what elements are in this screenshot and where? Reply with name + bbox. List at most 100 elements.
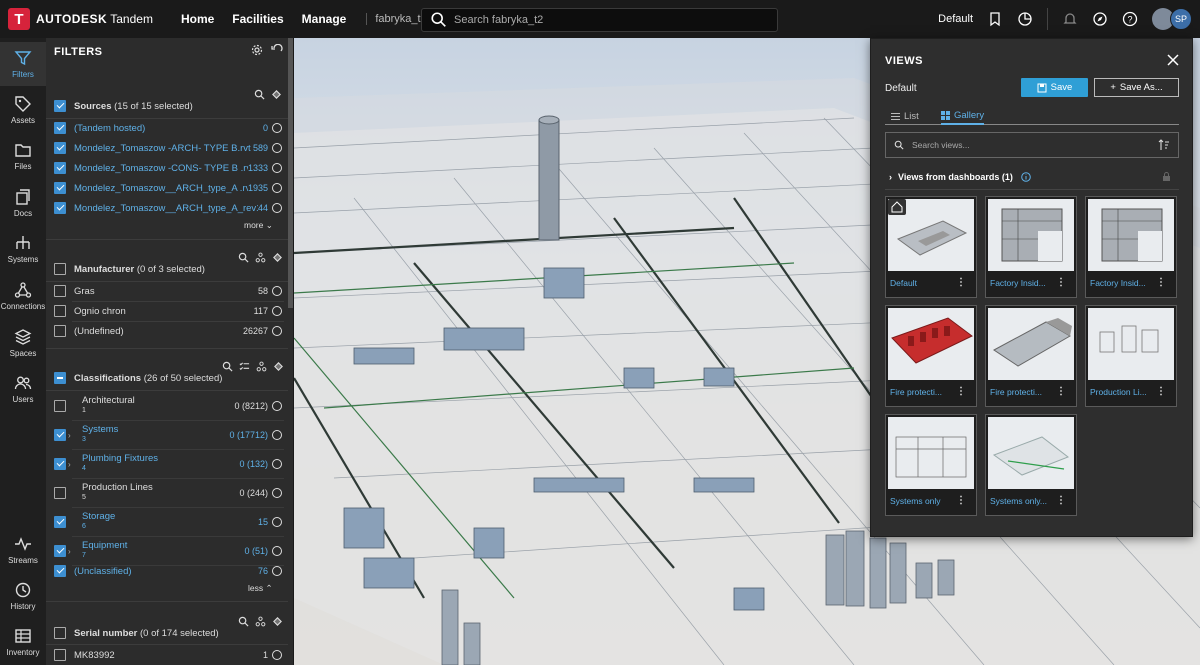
tab-list[interactable]: List (891, 107, 919, 125)
more-options-icon[interactable]: ⋮ (1156, 386, 1166, 397)
checkbox[interactable] (54, 142, 66, 154)
list-item[interactable]: Mondelez_Tomaszow__ARCH_type_A .rvt 1935 (54, 178, 282, 198)
isolate-radio[interactable] (272, 183, 282, 193)
rail-assets[interactable]: Assets (0, 88, 46, 132)
isolate-radio[interactable] (272, 488, 282, 498)
close-icon[interactable] (1166, 53, 1180, 67)
view-card[interactable]: Fire protecti... ⋮ (885, 305, 977, 407)
settings-icon[interactable] (251, 44, 263, 56)
tree-item[interactable]: › Plumbing Fixtures 4 0 (132) (54, 451, 282, 477)
user-menu[interactable]: SP (1152, 8, 1192, 30)
list-item[interactable]: (Tandem hosted) 0 (54, 118, 282, 138)
save-button[interactable]: Save (1021, 78, 1088, 97)
view-card[interactable]: Systems only ⋮ (885, 414, 977, 516)
tree-item[interactable]: Production Lines 5 0 (244) (54, 480, 282, 506)
nav-home[interactable]: Home (181, 12, 214, 26)
save-as-button[interactable]: + Save As... (1094, 78, 1179, 97)
checkbox[interactable] (54, 458, 66, 470)
nav-facilities[interactable]: Facilities (232, 12, 283, 26)
chevron-right-icon[interactable]: › (68, 547, 76, 556)
list-item[interactable]: Mondelez_Tomaszow -CONS- TYPE B .rvt 1333 (54, 158, 282, 178)
checkbox[interactable] (54, 400, 66, 412)
view-card[interactable]: Factory Insid... ⋮ (985, 196, 1077, 298)
more-options-icon[interactable]: ⋮ (956, 495, 966, 506)
chevron-right-icon[interactable]: › (68, 431, 76, 440)
checkbox[interactable] (54, 285, 66, 297)
rail-users[interactable]: Users (0, 367, 46, 411)
classifications-less-link[interactable]: less ⌃ (248, 583, 273, 594)
dashboard-icon[interactable] (1017, 11, 1033, 27)
global-search[interactable]: Search fabryka_t2 (421, 8, 778, 32)
serial-select-all[interactable] (54, 627, 66, 639)
checkbox[interactable] (54, 649, 66, 661)
isolate-radio[interactable] (272, 123, 282, 133)
reset-icon[interactable] (271, 44, 283, 56)
help-icon[interactable]: ? (1122, 11, 1138, 27)
isolate-radio[interactable] (272, 163, 282, 173)
filters-scrollbar[interactable] (288, 38, 293, 308)
checkbox[interactable] (54, 516, 66, 528)
rail-inventory[interactable]: Inventory (0, 620, 46, 664)
classifications-select-all[interactable] (54, 372, 66, 384)
manufacturer-select-all[interactable] (54, 263, 66, 275)
rail-docs[interactable]: Docs (0, 181, 46, 225)
rail-history[interactable]: History (0, 574, 46, 618)
current-view-label[interactable]: Default (938, 13, 973, 25)
more-options-icon[interactable]: ⋮ (1056, 386, 1066, 397)
tree-item[interactable]: Storage 6 15 (54, 509, 282, 535)
info-icon[interactable] (1021, 172, 1031, 182)
list-item[interactable]: Ognio chron 117 (54, 301, 282, 321)
more-options-icon[interactable]: ⋮ (1056, 277, 1066, 288)
list-item[interactable]: Mondelez_Tomaszow -ARCH- TYPE B.rvt 589 (54, 138, 282, 158)
isolate-radio[interactable] (272, 401, 282, 411)
list-item[interactable]: (Undefined) 26267 (54, 321, 282, 341)
more-options-icon[interactable]: ⋮ (1056, 495, 1066, 506)
list-item[interactable]: Gras 58 (54, 281, 282, 301)
checkbox[interactable] (54, 182, 66, 194)
rail-connections[interactable]: Connections (0, 274, 46, 318)
view-card[interactable]: Systems only... ⋮ (985, 414, 1077, 516)
more-options-icon[interactable]: ⋮ (1156, 277, 1166, 288)
view-card[interactable]: Fire protecti... ⋮ (985, 305, 1077, 407)
bookmark-icon[interactable] (987, 11, 1003, 27)
sources-more-link[interactable]: more ⌄ (244, 220, 273, 231)
isolate-radio[interactable] (272, 143, 282, 153)
tree-item[interactable]: (Unclassified) 76 (54, 561, 282, 581)
rail-spaces[interactable]: Spaces (0, 321, 46, 365)
rail-filters[interactable]: Filters (0, 42, 46, 86)
checkbox[interactable] (54, 325, 66, 337)
checkbox[interactable] (54, 202, 66, 214)
sort-icon[interactable] (1158, 139, 1170, 151)
checkbox[interactable] (54, 545, 66, 557)
more-options-icon[interactable]: ⋮ (956, 277, 966, 288)
rail-systems[interactable]: Systems (0, 227, 46, 271)
checkbox[interactable] (54, 487, 66, 499)
facility-name[interactable]: fabryka_t2 (366, 13, 427, 25)
checkbox[interactable] (54, 565, 66, 577)
tab-gallery[interactable]: Gallery (941, 107, 985, 125)
isolate-radio[interactable] (272, 286, 282, 296)
isolate-radio[interactable] (272, 546, 282, 556)
checkbox[interactable] (54, 305, 66, 317)
tree-item[interactable]: › Systems 3 0 (17712) (54, 422, 282, 448)
checkbox[interactable] (54, 122, 66, 134)
isolate-radio[interactable] (272, 306, 282, 316)
nav-manage[interactable]: Manage (302, 12, 347, 26)
list-item[interactable]: Mondelez_Tomaszow__ARCH_type_A_rev1 ... 4… (54, 198, 282, 218)
view-card[interactable]: Default ⋮ (885, 196, 977, 298)
more-options-icon[interactable]: ⋮ (956, 386, 966, 397)
view-card[interactable]: Factory Insid... ⋮ (1085, 196, 1177, 298)
chevron-right-icon[interactable]: › (68, 460, 76, 469)
checkbox[interactable] (54, 162, 66, 174)
isolate-radio[interactable] (272, 517, 282, 527)
views-search-input[interactable]: Search views... (885, 132, 1179, 158)
isolate-radio[interactable] (272, 430, 282, 440)
rail-streams[interactable]: Streams (0, 528, 46, 572)
sources-select-all[interactable] (54, 100, 66, 112)
views-group-header[interactable]: › Views from dashboards (1) (889, 169, 1179, 185)
bell-icon[interactable] (1062, 11, 1078, 27)
tree-item[interactable]: Architectural 1 0 (8212) (54, 393, 282, 419)
isolate-radio[interactable] (272, 203, 282, 213)
isolate-radio[interactable] (272, 566, 282, 576)
rail-files[interactable]: Files (0, 134, 46, 178)
